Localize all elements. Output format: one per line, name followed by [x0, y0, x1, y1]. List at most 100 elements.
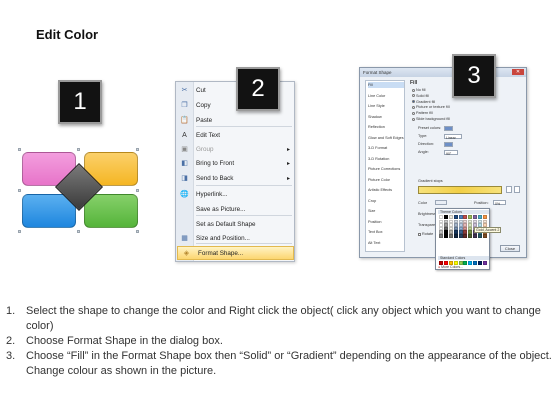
- shapes-group[interactable]: [18, 148, 140, 234]
- color-swatch[interactable]: [468, 233, 473, 238]
- fill-option-label: Gradient fill: [416, 99, 436, 104]
- color-swatch[interactable]: [458, 215, 463, 219]
- fill-option-radio[interactable]: Gradient fill: [412, 100, 435, 104]
- category-item[interactable]: Reflection: [368, 124, 404, 130]
- fill-option-label: Picture or texture fill: [416, 105, 450, 110]
- fill-option-radio[interactable]: Solid fill: [412, 94, 429, 98]
- category-item[interactable]: 3-D Rotation: [368, 156, 404, 162]
- category-item[interactable]: Alt Text: [368, 240, 404, 246]
- menu-item-bring-to-front[interactable]: ◧ Bring to Front ▸: [176, 157, 294, 171]
- close-button[interactable]: Close: [500, 245, 520, 252]
- color-swatch[interactable]: [458, 233, 463, 238]
- fill-option-radio[interactable]: Pattern fill: [412, 111, 433, 115]
- fill-option-radio[interactable]: Picture or texture fill: [412, 105, 450, 109]
- instruction-item: 1. Select the shape to change the color a…: [6, 304, 554, 334]
- standard-color-swatch[interactable]: [478, 261, 483, 265]
- menu-item-hyperlink[interactable]: 🌐 Hyperlink...: [176, 188, 294, 202]
- selection-handle[interactable]: [77, 230, 80, 233]
- type-select[interactable]: Linear: [444, 134, 462, 140]
- palette-icon: ●: [438, 265, 441, 269]
- selection-handle[interactable]: [136, 230, 139, 233]
- position-input[interactable]: 0%: [493, 200, 506, 206]
- standard-color-swatch[interactable]: [473, 261, 478, 265]
- gradient-stops-bar[interactable]: [418, 186, 502, 194]
- chevron-right-icon: ▸: [286, 176, 290, 182]
- direction-button[interactable]: [444, 142, 453, 147]
- standard-color-swatch[interactable]: [483, 261, 488, 265]
- selection-handle[interactable]: [18, 189, 21, 192]
- color-swatch[interactable]: [473, 215, 478, 219]
- color-swatch[interactable]: [478, 215, 483, 219]
- menu-item-label: Bring to Front: [196, 160, 235, 167]
- color-swatch[interactable]: [443, 215, 448, 219]
- color-swatch[interactable]: [439, 215, 443, 219]
- radio-icon: [412, 117, 415, 121]
- menu-item-save-as-picture[interactable]: Save as Picture...: [176, 203, 294, 217]
- instruction-text: Choose Format Shape in the dialog box.: [26, 335, 223, 347]
- remove-stop-button[interactable]: [514, 186, 520, 193]
- selection-handle[interactable]: [18, 230, 21, 233]
- angle-input[interactable]: 90°: [444, 150, 458, 156]
- position-label: Position:: [474, 201, 489, 205]
- color-label: Color: [418, 201, 428, 205]
- color-swatch[interactable]: [463, 215, 468, 219]
- fill-option-radio[interactable]: No fill: [412, 88, 426, 92]
- fill-option-radio[interactable]: Slide background fill: [412, 117, 450, 121]
- color-swatch[interactable]: [468, 215, 473, 219]
- color-swatch[interactable]: [448, 215, 453, 219]
- color-swatch[interactable]: [463, 233, 468, 238]
- category-item[interactable]: Position: [368, 219, 404, 225]
- fill-option-label: Solid fill: [416, 93, 430, 98]
- color-swatch[interactable]: [439, 233, 443, 238]
- menu-item-size-and-position[interactable]: ▦ Size and Position...: [176, 232, 294, 246]
- color-dropdown[interactable]: [435, 200, 447, 205]
- category-item[interactable]: Line Style: [368, 103, 404, 109]
- menu-item-label: Format Shape...: [198, 250, 244, 257]
- instruction-item: 3. Choose “Fill” in the Format Shape box …: [6, 349, 554, 379]
- green-shape[interactable]: [84, 194, 138, 228]
- rotate-checkbox[interactable]: Rotate: [418, 232, 433, 236]
- color-swatch[interactable]: [453, 215, 458, 219]
- preset-colors-button[interactable]: [444, 126, 453, 131]
- menu-item-format-shape[interactable]: ◈ Format Shape...: [177, 246, 294, 260]
- category-item[interactable]: Line Color: [368, 93, 404, 99]
- color-swatch[interactable]: [478, 233, 483, 238]
- category-item[interactable]: Artistic Effects: [368, 187, 404, 193]
- selection-handle[interactable]: [136, 148, 139, 151]
- category-item[interactable]: Size: [368, 208, 404, 214]
- radio-icon: [412, 111, 415, 115]
- category-item[interactable]: Glow and Soft Edges: [368, 135, 404, 141]
- fill-option-label: Pattern fill: [416, 111, 433, 116]
- standard-color-swatch[interactable]: [463, 261, 468, 265]
- color-swatch[interactable]: [483, 215, 488, 219]
- add-stop-button[interactable]: [506, 186, 512, 193]
- color-swatch[interactable]: [483, 233, 488, 238]
- category-item[interactable]: Text Box: [368, 229, 404, 235]
- menu-item-send-to-back[interactable]: ◨ Send to Back ▸: [176, 172, 294, 186]
- size-position-icon: ▦: [181, 235, 188, 242]
- category-item[interactable]: Picture Corrections: [368, 166, 404, 172]
- angle-value: 90°: [446, 152, 452, 156]
- menu-item-paste[interactable]: 📋 Paste: [176, 114, 294, 128]
- standard-color-swatch[interactable]: [468, 261, 473, 265]
- selection-handle[interactable]: [77, 148, 80, 151]
- color-swatch[interactable]: [453, 233, 458, 238]
- color-swatch[interactable]: [443, 233, 448, 238]
- menu-item-edit-text[interactable]: A Edit Text: [176, 129, 294, 143]
- category-item[interactable]: Fill: [368, 82, 404, 88]
- category-list: Fill Line Color Line Style Shadow Reflection…: [365, 80, 405, 252]
- menu-item-set-as-default-shape[interactable]: Set as Default Shape: [176, 218, 294, 232]
- category-item[interactable]: Shadow: [368, 114, 404, 120]
- selection-handle[interactable]: [18, 148, 21, 151]
- color-swatch[interactable]: [448, 233, 453, 238]
- category-item[interactable]: 3-D Format: [368, 145, 404, 151]
- color-swatch[interactable]: [473, 233, 478, 238]
- menu-item-label: Group: [196, 146, 214, 153]
- close-icon[interactable]: ✕: [512, 69, 524, 75]
- menu-item-group[interactable]: ▣ Group ▸: [176, 143, 294, 157]
- category-item[interactable]: Picture Color: [368, 177, 404, 183]
- paste-icon: 📋: [180, 117, 189, 124]
- category-item[interactable]: Crop: [368, 198, 404, 204]
- selection-handle[interactable]: [136, 189, 139, 192]
- more-colors-item[interactable]: ● More Colors...: [438, 265, 463, 269]
